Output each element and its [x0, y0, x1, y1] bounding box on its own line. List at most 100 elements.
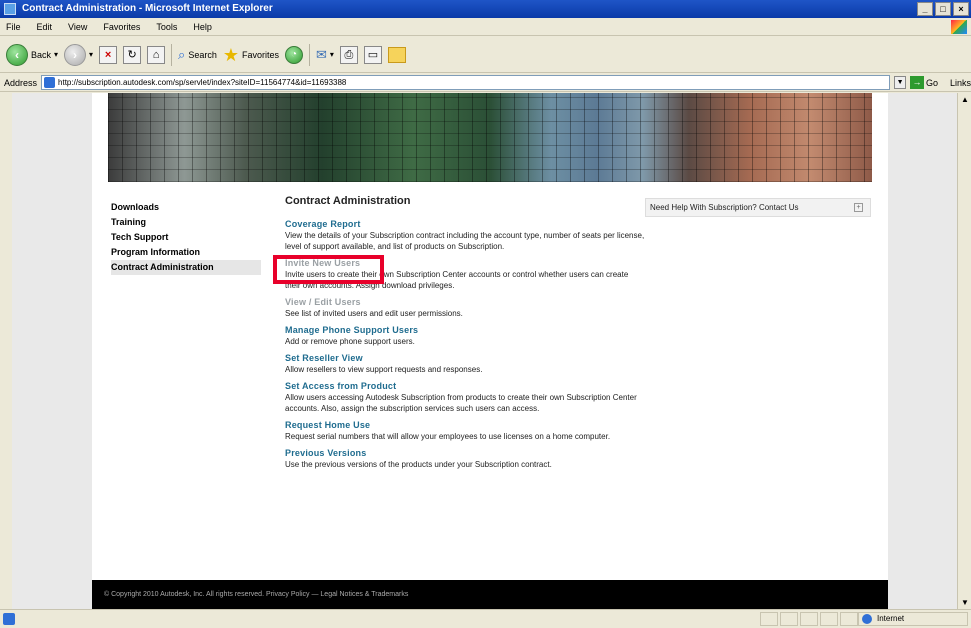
view-edit-users-desc: See list of invited users and edit user … — [285, 309, 463, 318]
manage-phone-support-users-desc: Add or remove phone support users. — [285, 337, 415, 346]
status-bar: Internet — [0, 609, 971, 628]
windows-logo-icon — [951, 20, 967, 34]
go-arrow-icon: → — [909, 76, 924, 89]
coverage-report-link[interactable]: Coverage Report — [285, 219, 645, 230]
favorites-star-icon: ★ — [222, 44, 239, 65]
scroll-up-icon[interactable]: ▲ — [961, 95, 969, 104]
search-label: Search — [188, 49, 217, 60]
right-margin — [888, 93, 957, 609]
edit-page-icon[interactable]: ▭ — [363, 45, 382, 64]
mail-button[interactable]: ✉ ▾ — [316, 47, 334, 63]
list-item: Coverage Report View the details of your… — [285, 219, 645, 252]
status-cell — [840, 612, 858, 626]
mail-icon: ✉ — [316, 46, 327, 62]
minimize-button[interactable]: _ — [917, 2, 933, 16]
footer-text: © Copyright 2010 Autodesk, Inc. All righ… — [104, 591, 409, 598]
address-bar: Address http://subscription.autodesk.com… — [0, 74, 971, 92]
expand-icon[interactable]: + — [854, 203, 863, 212]
status-cell — [760, 612, 778, 626]
forward-button[interactable]: › ▾ — [64, 43, 93, 66]
highlight-box — [273, 255, 384, 284]
close-button[interactable]: × — [953, 2, 969, 16]
nav-contract-administration[interactable]: Contract Administration — [111, 260, 261, 275]
forward-arrow-icon: › — [64, 43, 87, 66]
toolbar: ‹ Back ▾ › ▾ × ↻ ⌂ ⌕ Search ★ Favorites … — [0, 37, 971, 73]
nav-downloads[interactable]: Downloads — [111, 200, 261, 215]
previous-versions-link[interactable]: Previous Versions — [285, 448, 645, 459]
toolbar-separator — [309, 43, 311, 66]
print-icon[interactable]: ⎙ — [339, 45, 358, 64]
left-navigation: Downloads Training Tech Support Program … — [111, 200, 261, 275]
main-content: Contract Administration Coverage Report … — [285, 195, 645, 470]
go-label: Go — [925, 77, 938, 88]
page-footer: © Copyright 2010 Autodesk, Inc. All righ… — [92, 580, 888, 609]
maximize-button[interactable]: □ — [935, 2, 951, 16]
globe-icon — [862, 614, 872, 624]
page-title: Contract Administration — [285, 195, 411, 207]
status-cells — [760, 612, 858, 626]
window-title: Contract Administration - Microsoft Inte… — [22, 3, 273, 14]
zone-label: Internet — [877, 614, 905, 623]
manage-phone-support-users-link[interactable]: Manage Phone Support Users — [285, 325, 645, 336]
back-label: Back — [31, 49, 52, 60]
back-dropdown-icon[interactable]: ▾ — [54, 50, 58, 59]
left-margin — [12, 93, 92, 609]
address-label: Address — [4, 77, 38, 88]
list-item: View / Edit Users See list of invited us… — [285, 297, 645, 319]
address-input[interactable]: http://subscription.autodesk.com/sp/serv… — [41, 75, 891, 90]
menu-edit[interactable]: Edit — [35, 22, 55, 32]
nav-tech-support[interactable]: Tech Support — [111, 230, 261, 245]
scroll-down-icon[interactable]: ▼ — [961, 598, 969, 607]
title-bar: Contract Administration - Microsoft Inte… — [0, 0, 971, 18]
help-contact-box[interactable]: Need Help With Subscription? Contact Us … — [645, 198, 871, 217]
page-icon — [44, 77, 56, 88]
page-body: Downloads Training Tech Support Program … — [92, 93, 888, 609]
folder-icon[interactable] — [387, 46, 406, 63]
browser-window: Contract Administration - Microsoft Inte… — [0, 0, 971, 628]
request-home-use-link[interactable]: Request Home Use — [285, 420, 645, 431]
back-arrow-icon: ‹ — [6, 43, 28, 66]
status-cell — [820, 612, 838, 626]
history-icon[interactable]: ◔ — [285, 45, 304, 64]
set-reseller-view-link[interactable]: Set Reseller View — [285, 353, 645, 364]
list-item: Set Access from Product Allow users acce… — [285, 381, 645, 414]
set-reseller-view-desc: Allow resellers to view support requests… — [285, 365, 483, 374]
refresh-icon[interactable]: ↻ — [123, 45, 142, 64]
coverage-report-desc: View the details of your Subscription co… — [285, 231, 645, 251]
view-edit-users-link[interactable]: View / Edit Users — [285, 297, 645, 308]
go-button[interactable]: → Go — [909, 76, 938, 89]
list-item: Set Reseller View Allow resellers to vie… — [285, 353, 645, 375]
status-cell — [800, 612, 818, 626]
stop-icon[interactable]: × — [99, 45, 118, 64]
favorites-label: Favorites — [242, 49, 280, 60]
header-banner-image — [108, 93, 872, 182]
address-url: http://subscription.autodesk.com/sp/serv… — [58, 78, 347, 87]
security-zone: Internet — [858, 612, 968, 626]
menu-help[interactable]: Help — [191, 22, 214, 32]
list-item: Manage Phone Support Users Add or remove… — [285, 325, 645, 347]
menu-file[interactable]: File — [4, 22, 23, 32]
nav-program-information[interactable]: Program Information — [111, 245, 261, 260]
menu-tools[interactable]: Tools — [154, 22, 179, 32]
list-item: Previous Versions Use the previous versi… — [285, 448, 645, 470]
mail-dropdown-icon: ▾ — [329, 50, 334, 59]
menu-view[interactable]: View — [66, 22, 89, 32]
list-item: Request Home Use Request serial numbers … — [285, 420, 645, 442]
favorites-button[interactable]: ★ Favorites — [223, 46, 279, 64]
previous-versions-desc: Use the previous versions of the product… — [285, 460, 552, 469]
web-content: Downloads Training Tech Support Program … — [12, 93, 957, 609]
toolbar-separator — [171, 43, 173, 66]
menu-favorites[interactable]: Favorites — [101, 22, 142, 32]
help-label: Need Help With Subscription? Contact Us — [650, 203, 799, 212]
vertical-scrollbar[interactable]: ▲ ▼ — [957, 93, 971, 609]
request-home-use-desc: Request serial numbers that will allow y… — [285, 432, 611, 441]
search-button[interactable]: ⌕ Search — [178, 47, 217, 63]
links-button[interactable]: Links — [950, 78, 971, 88]
forward-dropdown-icon[interactable]: ▾ — [89, 50, 93, 59]
set-access-from-product-link[interactable]: Set Access from Product — [285, 381, 645, 392]
back-button[interactable]: ‹ Back ▾ — [6, 43, 58, 66]
address-dropdown-icon[interactable]: ▼ — [894, 76, 906, 89]
home-icon[interactable]: ⌂ — [147, 45, 166, 64]
set-access-from-product-desc: Allow users accessing Autodesk Subscript… — [285, 393, 637, 413]
nav-training[interactable]: Training — [111, 215, 261, 230]
